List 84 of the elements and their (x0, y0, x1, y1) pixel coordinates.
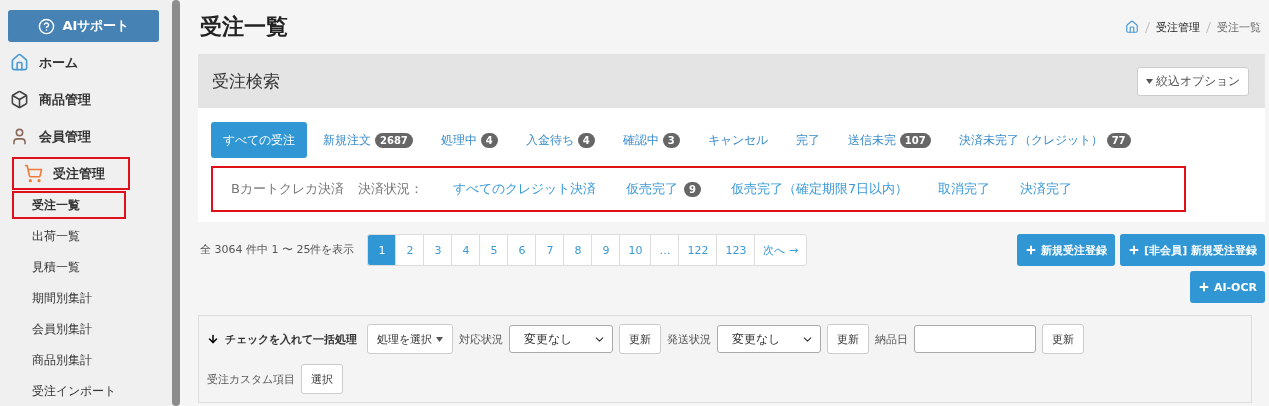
order-tab[interactable]: 新規注文 2687 (311, 122, 425, 158)
status-select[interactable]: 変更なし (717, 325, 821, 353)
select-button[interactable]: 選択 (301, 364, 343, 394)
arrow-down-icon (207, 333, 219, 345)
home-icon (10, 53, 29, 72)
cart-icon (24, 164, 43, 183)
home-icon[interactable] (1125, 20, 1139, 34)
breadcrumb-item[interactable]: 受注管理 (1156, 19, 1200, 35)
sidebar-item[interactable]: 受注管理 (12, 157, 130, 190)
count-badge: 4 (577, 132, 595, 148)
credit-status-link[interactable]: 仮売完了 9 (625, 180, 701, 198)
panel-title: 受注検索 (212, 69, 280, 93)
page-link[interactable]: 5 (479, 234, 509, 266)
count-badge: 3 (662, 132, 680, 148)
page-link[interactable]: 6 (507, 234, 537, 266)
page-link[interactable]: 2 (395, 234, 425, 266)
sidebar-subitem[interactable]: 商品別集計 (6, 346, 164, 374)
page-link[interactable]: 次へ → (754, 234, 808, 266)
page-link[interactable]: 122 (678, 234, 718, 266)
filter-options-button[interactable]: 絞込オプション (1137, 66, 1249, 96)
page-link[interactable]: 7 (535, 234, 565, 266)
count-badge: 107 (899, 132, 931, 148)
credit-status-link[interactable]: 仮売完了（確定期限7日以内） (730, 180, 909, 198)
ai-support-button[interactable]: AIサポート (8, 10, 159, 42)
page-link[interactable]: … (650, 234, 680, 266)
page-link[interactable]: 3 (423, 234, 453, 266)
date-input-field[interactable] (914, 325, 1036, 353)
credit-status-link[interactable]: 決済完了 (1020, 180, 1073, 198)
sidebar-subitem[interactable]: 期間別集計 (6, 284, 164, 312)
credit-status-link[interactable]: 取消完了 (938, 180, 991, 198)
update-button[interactable]: 更新 (619, 324, 661, 354)
order-tab[interactable]: キャンセル (695, 122, 780, 158)
result-summary: 全 3064 件中 1 〜 25件を表示 (200, 242, 355, 258)
credit-status-link[interactable]: すべてのクレジット決済 (452, 180, 596, 198)
order-tab[interactable]: すべての受注 (211, 122, 307, 158)
page-link[interactable]: 1 (367, 234, 397, 266)
field-label: 納品日 (875, 331, 908, 347)
sidebar-item[interactable]: 商品管理 (6, 83, 162, 116)
plus-icon (1128, 244, 1141, 256)
sidebar-subitem[interactable]: 見積一覧 (6, 253, 164, 281)
sidebar-subitem[interactable]: 出荷一覧 (6, 222, 164, 250)
order-tab[interactable]: 決済未完了（クレジット） 77 (946, 122, 1143, 158)
field-label: 受注カスタム項目 (207, 371, 295, 387)
sidebar-subitem[interactable]: 会員別集計 (6, 315, 164, 343)
field-label: 発送状況 (667, 331, 711, 347)
process-dropdown-button[interactable]: 処理を選択 (367, 324, 453, 354)
count-badge: 2687 (375, 132, 413, 148)
status-select[interactable]: 変更なし (509, 325, 613, 353)
update-button[interactable]: 更新 (827, 324, 869, 354)
order-tab[interactable]: 送信未完 107 (835, 122, 943, 158)
order-tab[interactable]: 確認中 3 (610, 122, 692, 158)
page-link[interactable]: 4 (451, 234, 481, 266)
person-icon (10, 127, 29, 146)
sidebar-item[interactable]: ホーム (6, 46, 162, 79)
credit-filter-label: Bカートクレカ決済 (231, 180, 344, 198)
page-link[interactable]: 123 (716, 234, 756, 266)
help-icon (37, 17, 55, 35)
field-label: 対応状況 (459, 331, 503, 347)
count-badge: 9 (683, 181, 701, 197)
box-icon (10, 90, 29, 109)
caret-icon (1146, 78, 1153, 84)
new-order-button[interactable]: 新規受注登録 (1017, 234, 1116, 266)
status-label: 決済状況： (357, 180, 423, 198)
breadcrumb-item: 受注一覧 (1217, 19, 1261, 35)
count-badge: 4 (480, 132, 498, 148)
sidebar-subitem[interactable]: 受注一覧 (12, 191, 126, 219)
order-tab[interactable]: 完了 (783, 122, 832, 158)
count-badge: 77 (1106, 132, 1131, 148)
caret-icon (436, 336, 443, 342)
sidebar-subitem[interactable]: 受注インポート (6, 377, 164, 405)
bulk-action-title: チェックを入れて一括処理 (225, 331, 357, 347)
sidebar-item[interactable]: 会員管理 (6, 120, 162, 153)
page-link[interactable]: 8 (563, 234, 593, 266)
plus-icon (1025, 244, 1038, 256)
order-tab[interactable]: 処理中 4 (428, 122, 510, 158)
new-order-button[interactable]: AI-OCR (1189, 271, 1265, 303)
plus-icon (1197, 281, 1210, 293)
page-title: 受注一覧 (200, 13, 288, 41)
page-link[interactable]: 10 (619, 234, 652, 266)
page-link[interactable]: 9 (591, 234, 621, 266)
order-tab[interactable]: 入金待ち 4 (513, 122, 607, 158)
scrollbar[interactable] (172, 0, 180, 406)
update-button[interactable]: 更新 (1042, 324, 1084, 354)
new-order-button[interactable]: [非会員] 新規受注登録 (1120, 234, 1265, 266)
